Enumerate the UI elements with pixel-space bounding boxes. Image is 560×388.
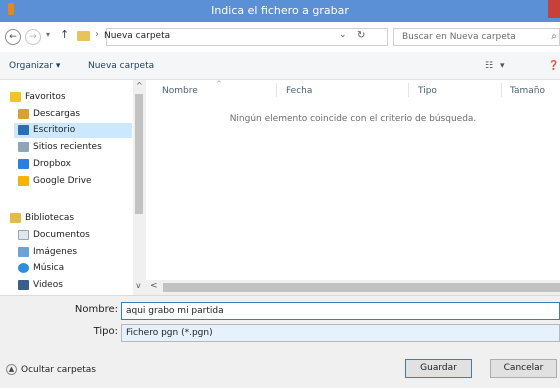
nav-item-imagenes[interactable]: Imágenes [18,245,77,260]
close-window-button[interactable] [548,0,560,18]
app-icon [8,3,14,15]
nav-item-sitios-recientes[interactable]: Sitios recientes [18,140,102,155]
nav-item-label: Dropbox [33,159,71,169]
scroll-up-icon[interactable]: ^ [136,81,143,90]
sort-ascending-icon: ^ [216,80,222,88]
column-header-tamano[interactable]: Tamaño [510,86,545,96]
empty-message: Ningún elemento coincide con el criterio… [229,114,477,124]
nav-item-label: Bibliotecas [25,213,75,223]
column-header-nombre[interactable]: Nombre [162,86,198,96]
nav-item-label: Videos [33,280,63,290]
nav-item-label: Escritorio [33,125,76,135]
recent-places-icon [18,141,29,152]
file-type-select[interactable]: Fichero pgn (*.pgn) [121,324,560,342]
hide-folders-label: Ocultar carpetas [21,365,96,375]
horizontal-scroll-thumb[interactable] [163,283,560,292]
save-button[interactable]: Guardar [405,359,472,378]
nav-item-label: Documentos [33,230,90,240]
nav-item-google-drive[interactable]: Google Drive [18,174,92,189]
window-title: Indica el fichero a grabar [211,4,349,17]
up-button[interactable]: ↑ [60,28,69,41]
nav-item-videos[interactable]: Videos [18,278,63,293]
scroll-down-icon[interactable]: v [136,281,141,290]
nav-item-label: Descargas [33,109,81,119]
navigation-pane: Favoritos Descargas Escritorio Sitios re… [0,80,145,295]
libraries-icon [10,212,21,223]
desktop-icon [18,124,29,135]
documents-icon [18,229,29,240]
google-drive-icon [18,175,29,186]
view-options-icon[interactable]: ☷ [485,61,493,71]
videos-icon [18,279,29,290]
refresh-icon[interactable]: ↻ [357,30,365,41]
nav-scrollbar[interactable]: ^ v [133,80,145,295]
column-divider[interactable] [276,83,277,97]
path-separator-icon: › [95,29,99,40]
back-button[interactable]: ← [5,29,21,45]
nav-item-label: Favoritos [25,92,66,102]
collapse-icon: ▲ [6,364,17,375]
hide-folders-button[interactable]: ▲ Ocultar carpetas [6,364,96,375]
nav-item-label: Sitios recientes [33,142,102,152]
nav-item-bibliotecas[interactable]: Bibliotecas [10,211,74,226]
images-icon [18,246,29,257]
column-divider[interactable] [408,83,409,97]
column-header-fecha[interactable]: Fecha [286,86,312,96]
nav-item-dropbox[interactable]: Dropbox [18,157,71,172]
organize-button[interactable]: Organizar ▾ [9,61,60,71]
forward-button[interactable]: → [25,29,41,45]
search-icon[interactable]: ⌕ [551,29,557,45]
column-divider[interactable] [501,83,502,97]
type-label: Tipo: [93,326,118,337]
nav-item-label: Imágenes [33,247,78,257]
title-bar: Indica el fichero a grabar [0,0,560,22]
dropbox-icon [18,158,29,169]
nav-item-label: Google Drive [33,176,92,186]
toolbar: Organizar ▾ Nueva carpeta ☷ ▾ ❓ [0,52,560,80]
horizontal-scrollbar[interactable]: < [146,280,560,295]
path-dropdown-icon[interactable]: ⌄ [339,30,347,40]
save-form: Nombre: aqui grabo mi partida Tipo: Fich… [0,295,560,388]
address-path[interactable]: Nueva carpeta [104,31,170,41]
chevron-down-icon: ▾ [55,61,61,71]
star-icon [10,91,21,102]
recent-locations-dropdown[interactable]: ▾ [46,30,50,39]
file-list: Nombre ^ Fecha Tipo Tamaño Ningún elemen… [146,80,560,280]
help-icon[interactable]: ❓ [548,61,559,71]
organize-label: Organizar [9,61,53,71]
downloads-icon [18,108,29,119]
nav-scroll-thumb[interactable] [135,94,143,214]
folder-icon [77,31,90,41]
view-dropdown-icon[interactable]: ▾ [500,61,505,71]
search-input[interactable]: Buscar en Nueva carpeta ⌕ [393,28,560,46]
nav-item-descargas[interactable]: Descargas [18,107,80,122]
column-header-tipo[interactable]: Tipo [418,86,437,96]
new-folder-button[interactable]: Nueva carpeta [88,61,154,71]
address-bar[interactable]: Nueva carpeta ⌄ ↻ [104,28,388,46]
nav-item-escritorio[interactable]: Escritorio [14,123,132,138]
music-icon [18,262,29,273]
name-label: Nombre: [74,304,118,315]
nav-item-favoritos[interactable]: Favoritos [10,90,66,105]
scroll-left-icon[interactable]: < [150,281,158,291]
cancel-button[interactable]: Cancelar [490,359,557,378]
address-row: ← → ▾ ↑ › Nueva carpeta ⌄ ↻ Buscar en Nu… [0,22,560,52]
nav-item-label: Música [33,263,65,273]
nav-item-documentos[interactable]: Documentos [18,228,90,243]
nav-item-musica[interactable]: Música [18,261,64,276]
filename-input[interactable]: aqui grabo mi partida [121,302,560,320]
search-placeholder: Buscar en Nueva carpeta [402,32,516,42]
